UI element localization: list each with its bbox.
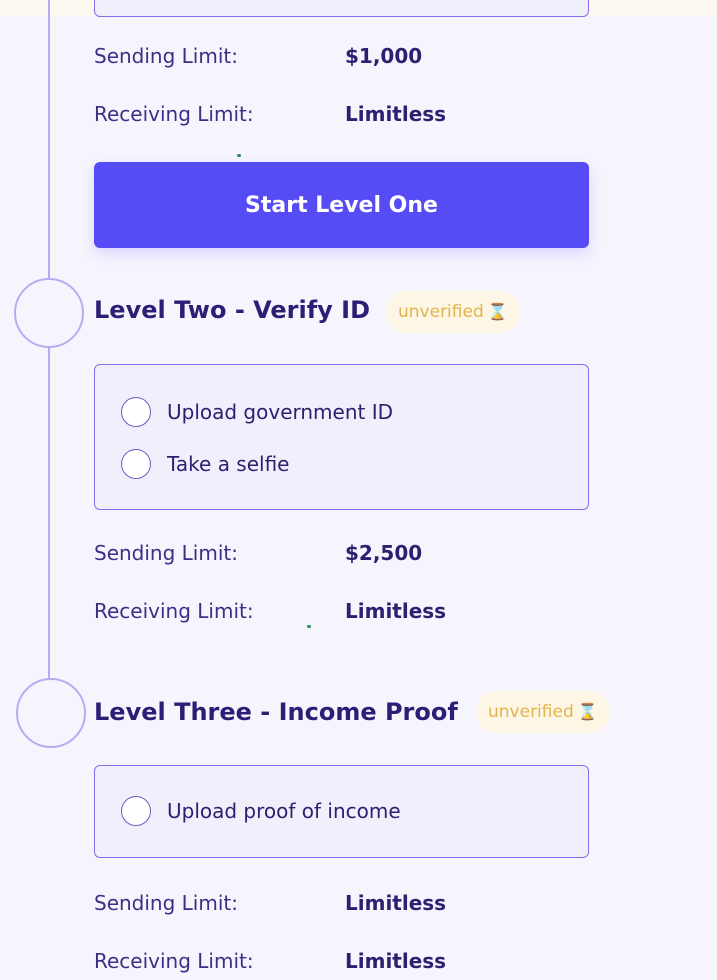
receiving-limit-label: Receiving Limit: bbox=[94, 599, 254, 623]
level-three-receiving-limit-row: Receiving Limit: Limitless bbox=[94, 949, 594, 979]
sending-limit-label: Sending Limit: bbox=[94, 891, 238, 915]
level-one-sending-limit-row: Sending Limit: $1,000 bbox=[94, 44, 594, 74]
level-two-title: Level Two - Verify ID bbox=[94, 296, 371, 324]
timeline-step-two-circle bbox=[14, 278, 84, 348]
sending-limit-label: Sending Limit: bbox=[94, 541, 238, 565]
sending-limit-value: $2,500 bbox=[345, 541, 423, 565]
receiving-limit-value: Limitless bbox=[345, 949, 447, 973]
radio-circle-icon[interactable] bbox=[121, 796, 151, 826]
timeline-line bbox=[48, 0, 50, 700]
timeline-step-three-circle bbox=[16, 678, 86, 748]
hourglass-icon: ⌛ bbox=[487, 302, 508, 321]
sending-limit-label: Sending Limit: bbox=[94, 44, 238, 68]
radio-circle-icon[interactable] bbox=[121, 449, 151, 479]
sending-limit-value: Limitless bbox=[345, 891, 447, 915]
start-level-one-button[interactable]: Start Level One bbox=[94, 162, 589, 248]
task-label: Upload government ID bbox=[167, 400, 394, 424]
level-three-title: Level Three - Income Proof bbox=[94, 698, 458, 726]
radio-circle-icon[interactable] bbox=[121, 397, 151, 427]
level-one-receiving-limit-row: Receiving Limit: Limitless bbox=[94, 102, 594, 132]
level-two-task-card: Upload government ID Take a selfie bbox=[94, 364, 589, 510]
receiving-limit-label: Receiving Limit: bbox=[94, 949, 254, 973]
level-three-task-card: Upload proof of income bbox=[94, 765, 589, 858]
receiving-limit-value: Limitless bbox=[345, 599, 447, 623]
receiving-limit-label: Receiving Limit: bbox=[94, 102, 254, 126]
status-text: unverified bbox=[488, 702, 574, 722]
decorative-dot bbox=[307, 625, 311, 628]
status-text: unverified bbox=[398, 302, 484, 322]
sending-limit-value: $1,000 bbox=[345, 44, 423, 68]
receiving-limit-value: Limitless bbox=[345, 102, 447, 126]
task-label: Take a selfie bbox=[167, 452, 290, 476]
task-label: Upload proof of income bbox=[167, 799, 401, 823]
level-three-status-badge: unverified ⌛ bbox=[476, 691, 610, 733]
level-two-sending-limit-row: Sending Limit: $2,500 bbox=[94, 541, 594, 571]
level-two-status-badge: unverified ⌛ bbox=[386, 291, 520, 333]
level-three-sending-limit-row: Sending Limit: Limitless bbox=[94, 891, 594, 921]
task-item-upload-proof-of-income[interactable]: Upload proof of income bbox=[121, 796, 401, 826]
task-item-take-selfie[interactable]: Take a selfie bbox=[121, 449, 290, 479]
level-two-receiving-limit-row: Receiving Limit: Limitless bbox=[94, 599, 594, 629]
hourglass-icon: ⌛ bbox=[577, 702, 598, 721]
previous-task-card bbox=[94, 0, 589, 17]
decorative-dot bbox=[237, 154, 241, 157]
task-item-upload-government-id[interactable]: Upload government ID bbox=[121, 397, 393, 427]
